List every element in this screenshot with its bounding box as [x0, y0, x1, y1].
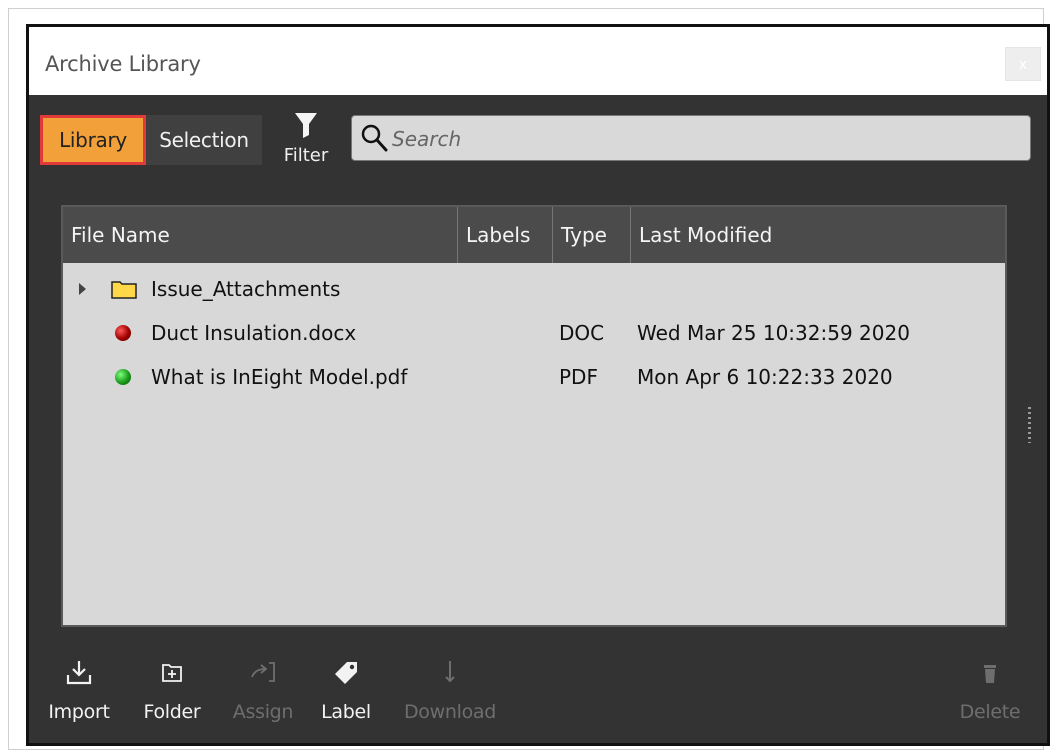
import-icon [66, 661, 92, 685]
file-name: Duct Insulation.docx [151, 321, 357, 345]
folder-label: Folder [143, 701, 201, 723]
file-table: File Name Labels Type Last Modified Issu… [61, 205, 1007, 627]
panel-resize-grip[interactable] [1028, 407, 1031, 443]
search-box[interactable] [351, 115, 1031, 161]
assign-button[interactable]: Assign [225, 657, 301, 729]
table-row-folder[interactable]: Issue_Attachments [63, 267, 1005, 311]
tag-icon [335, 662, 357, 684]
column-header-type[interactable]: Type [553, 207, 631, 263]
folder-icon [111, 281, 137, 299]
tab-library[interactable]: Library [40, 115, 146, 165]
file-name: Issue_Attachments [151, 277, 341, 301]
status-dot-red-icon [115, 325, 131, 341]
import-label: Import [48, 701, 110, 723]
assign-label: Assign [232, 701, 294, 723]
file-name: What is InEight Model.pdf [151, 365, 408, 389]
table-header: File Name Labels Type Last Modified [63, 207, 1005, 263]
filter-label: Filter [283, 145, 329, 166]
filter-button[interactable]: Filter [278, 107, 334, 171]
table-row[interactable]: Duct Insulation.docx DOC Wed Mar 25 10:3… [63, 311, 1005, 355]
status-dot-green-icon [115, 369, 131, 385]
delete-label: Delete [959, 701, 1021, 723]
last-modified: Wed Mar 25 10:32:59 2020 [637, 321, 910, 345]
window-title: Archive Library [45, 52, 201, 76]
column-header-last-modified[interactable]: Last Modified [631, 207, 1005, 263]
close-button[interactable]: x [1005, 47, 1041, 81]
new-folder-icon [162, 664, 182, 682]
tab-selection[interactable]: Selection [146, 115, 262, 165]
file-type: DOC [559, 321, 605, 345]
trash-icon [984, 665, 996, 683]
search-input[interactable] [390, 122, 1014, 156]
archive-library-window: Archive Library x Library Selection Filt… [26, 24, 1050, 746]
download-label: Download [403, 701, 497, 723]
label-label: Label [321, 701, 371, 723]
delete-button[interactable]: Delete [953, 657, 1027, 729]
download-button[interactable]: Download [395, 657, 505, 729]
expand-arrow-icon[interactable] [79, 283, 86, 295]
file-type: PDF [559, 365, 598, 389]
column-header-file-name[interactable]: File Name [63, 207, 458, 263]
last-modified: Mon Apr 6 10:22:33 2020 [637, 365, 893, 389]
table-row[interactable]: What is InEight Model.pdf PDF Mon Apr 6 … [63, 355, 1005, 399]
label-button[interactable]: Label [313, 657, 379, 729]
view-tabs: Library Selection [40, 115, 262, 165]
funnel-icon [295, 113, 317, 138]
search-icon [361, 124, 388, 152]
column-header-labels[interactable]: Labels [458, 207, 553, 263]
folder-button[interactable]: Folder [135, 657, 209, 729]
assign-icon [251, 662, 275, 682]
download-icon [445, 661, 455, 683]
import-button[interactable]: Import [43, 657, 115, 729]
title-bar: Archive Library x [29, 27, 1047, 95]
